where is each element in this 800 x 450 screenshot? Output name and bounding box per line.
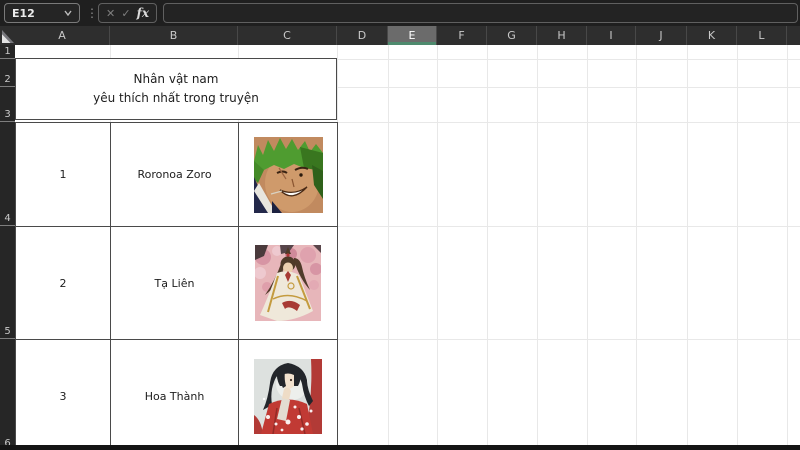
rank-cell[interactable]: 1 — [16, 123, 111, 227]
insert-function-icon[interactable]: fx — [137, 7, 149, 19]
name-cell[interactable]: Hoa Thành — [111, 340, 239, 450]
row-header-3[interactable]: 3 — [0, 87, 15, 122]
gridline — [687, 45, 688, 450]
rank-cell[interactable]: 2 — [16, 227, 111, 340]
gridline — [388, 45, 389, 450]
column-header-k[interactable]: K — [687, 26, 737, 45]
image-cell[interactable] — [239, 227, 338, 340]
rank-cell[interactable]: 3 — [16, 340, 111, 450]
column-header-partial[interactable] — [787, 26, 800, 45]
column-header-f[interactable]: F — [437, 26, 487, 45]
name-cell[interactable]: Tạ Liên — [111, 227, 239, 340]
row-header-1[interactable]: 1 — [0, 45, 15, 59]
name-cell[interactable]: Roronoa Zoro — [111, 123, 239, 227]
gridline — [537, 45, 538, 450]
select-all-button[interactable] — [0, 26, 15, 45]
gridline — [636, 45, 637, 450]
column-header-b[interactable]: B — [110, 26, 238, 45]
column-header-i[interactable]: I — [587, 26, 636, 45]
column-header-d[interactable]: D — [337, 26, 388, 45]
row-header-2[interactable]: 2 — [0, 59, 15, 87]
hoa-thanh-image[interactable] — [254, 358, 322, 434]
column-header-g[interactable]: G — [487, 26, 537, 45]
gridline — [487, 45, 488, 450]
image-cell[interactable] — [239, 123, 338, 227]
enter-icon[interactable]: ✓ — [121, 8, 130, 19]
image-cell[interactable] — [239, 340, 338, 450]
column-header-l[interactable]: L — [737, 26, 787, 45]
formula-input[interactable] — [163, 3, 798, 23]
column-header-h[interactable]: H — [537, 26, 587, 45]
column-header-row: A B C D E F G H I J K L — [0, 26, 800, 45]
row-header-4[interactable]: 4 — [0, 122, 15, 226]
column-header-j[interactable]: J — [636, 26, 687, 45]
column-header-c[interactable]: C — [238, 26, 337, 45]
column-header-a[interactable]: A — [15, 26, 110, 45]
character-table: 1 Roronoa Zoro 2 Tạ Liên 3 Hoa Thành — [15, 122, 338, 450]
gridline — [437, 45, 438, 450]
cancel-icon[interactable]: ✕ — [106, 8, 115, 19]
row-header-5[interactable]: 5 — [0, 226, 15, 339]
window-bottom-edge — [0, 445, 800, 450]
spreadsheet-app: E12 ⋮ ✕ ✓ fx A B C D E F G H I J K L 1 2… — [0, 0, 800, 450]
gridline — [787, 45, 788, 450]
chevron-down-icon — [64, 10, 72, 16]
name-box-value: E12 — [12, 6, 35, 20]
formula-buttons-group: ✕ ✓ fx — [98, 3, 157, 23]
column-header-e-selected[interactable]: E — [388, 26, 437, 45]
table-title-cell[interactable]: Nhân vật nam yêu thích nhất trong truyện — [15, 58, 337, 120]
gridline — [587, 45, 588, 450]
more-options-icon[interactable]: ⋮ — [86, 3, 98, 23]
row-header-6[interactable]: 6 — [0, 339, 15, 450]
roronoa-zoro-image[interactable] — [253, 136, 323, 213]
gridline — [737, 45, 738, 450]
name-box[interactable]: E12 — [4, 3, 80, 23]
formula-bar-row: E12 ⋮ ✕ ✓ fx — [0, 0, 800, 26]
sheet-grid[interactable]: Nhân vật nam yêu thích nhất trong truyện… — [15, 45, 800, 450]
ta-lien-image[interactable] — [255, 245, 321, 321]
row-header-column: 1 2 3 4 5 6 — [0, 45, 15, 450]
